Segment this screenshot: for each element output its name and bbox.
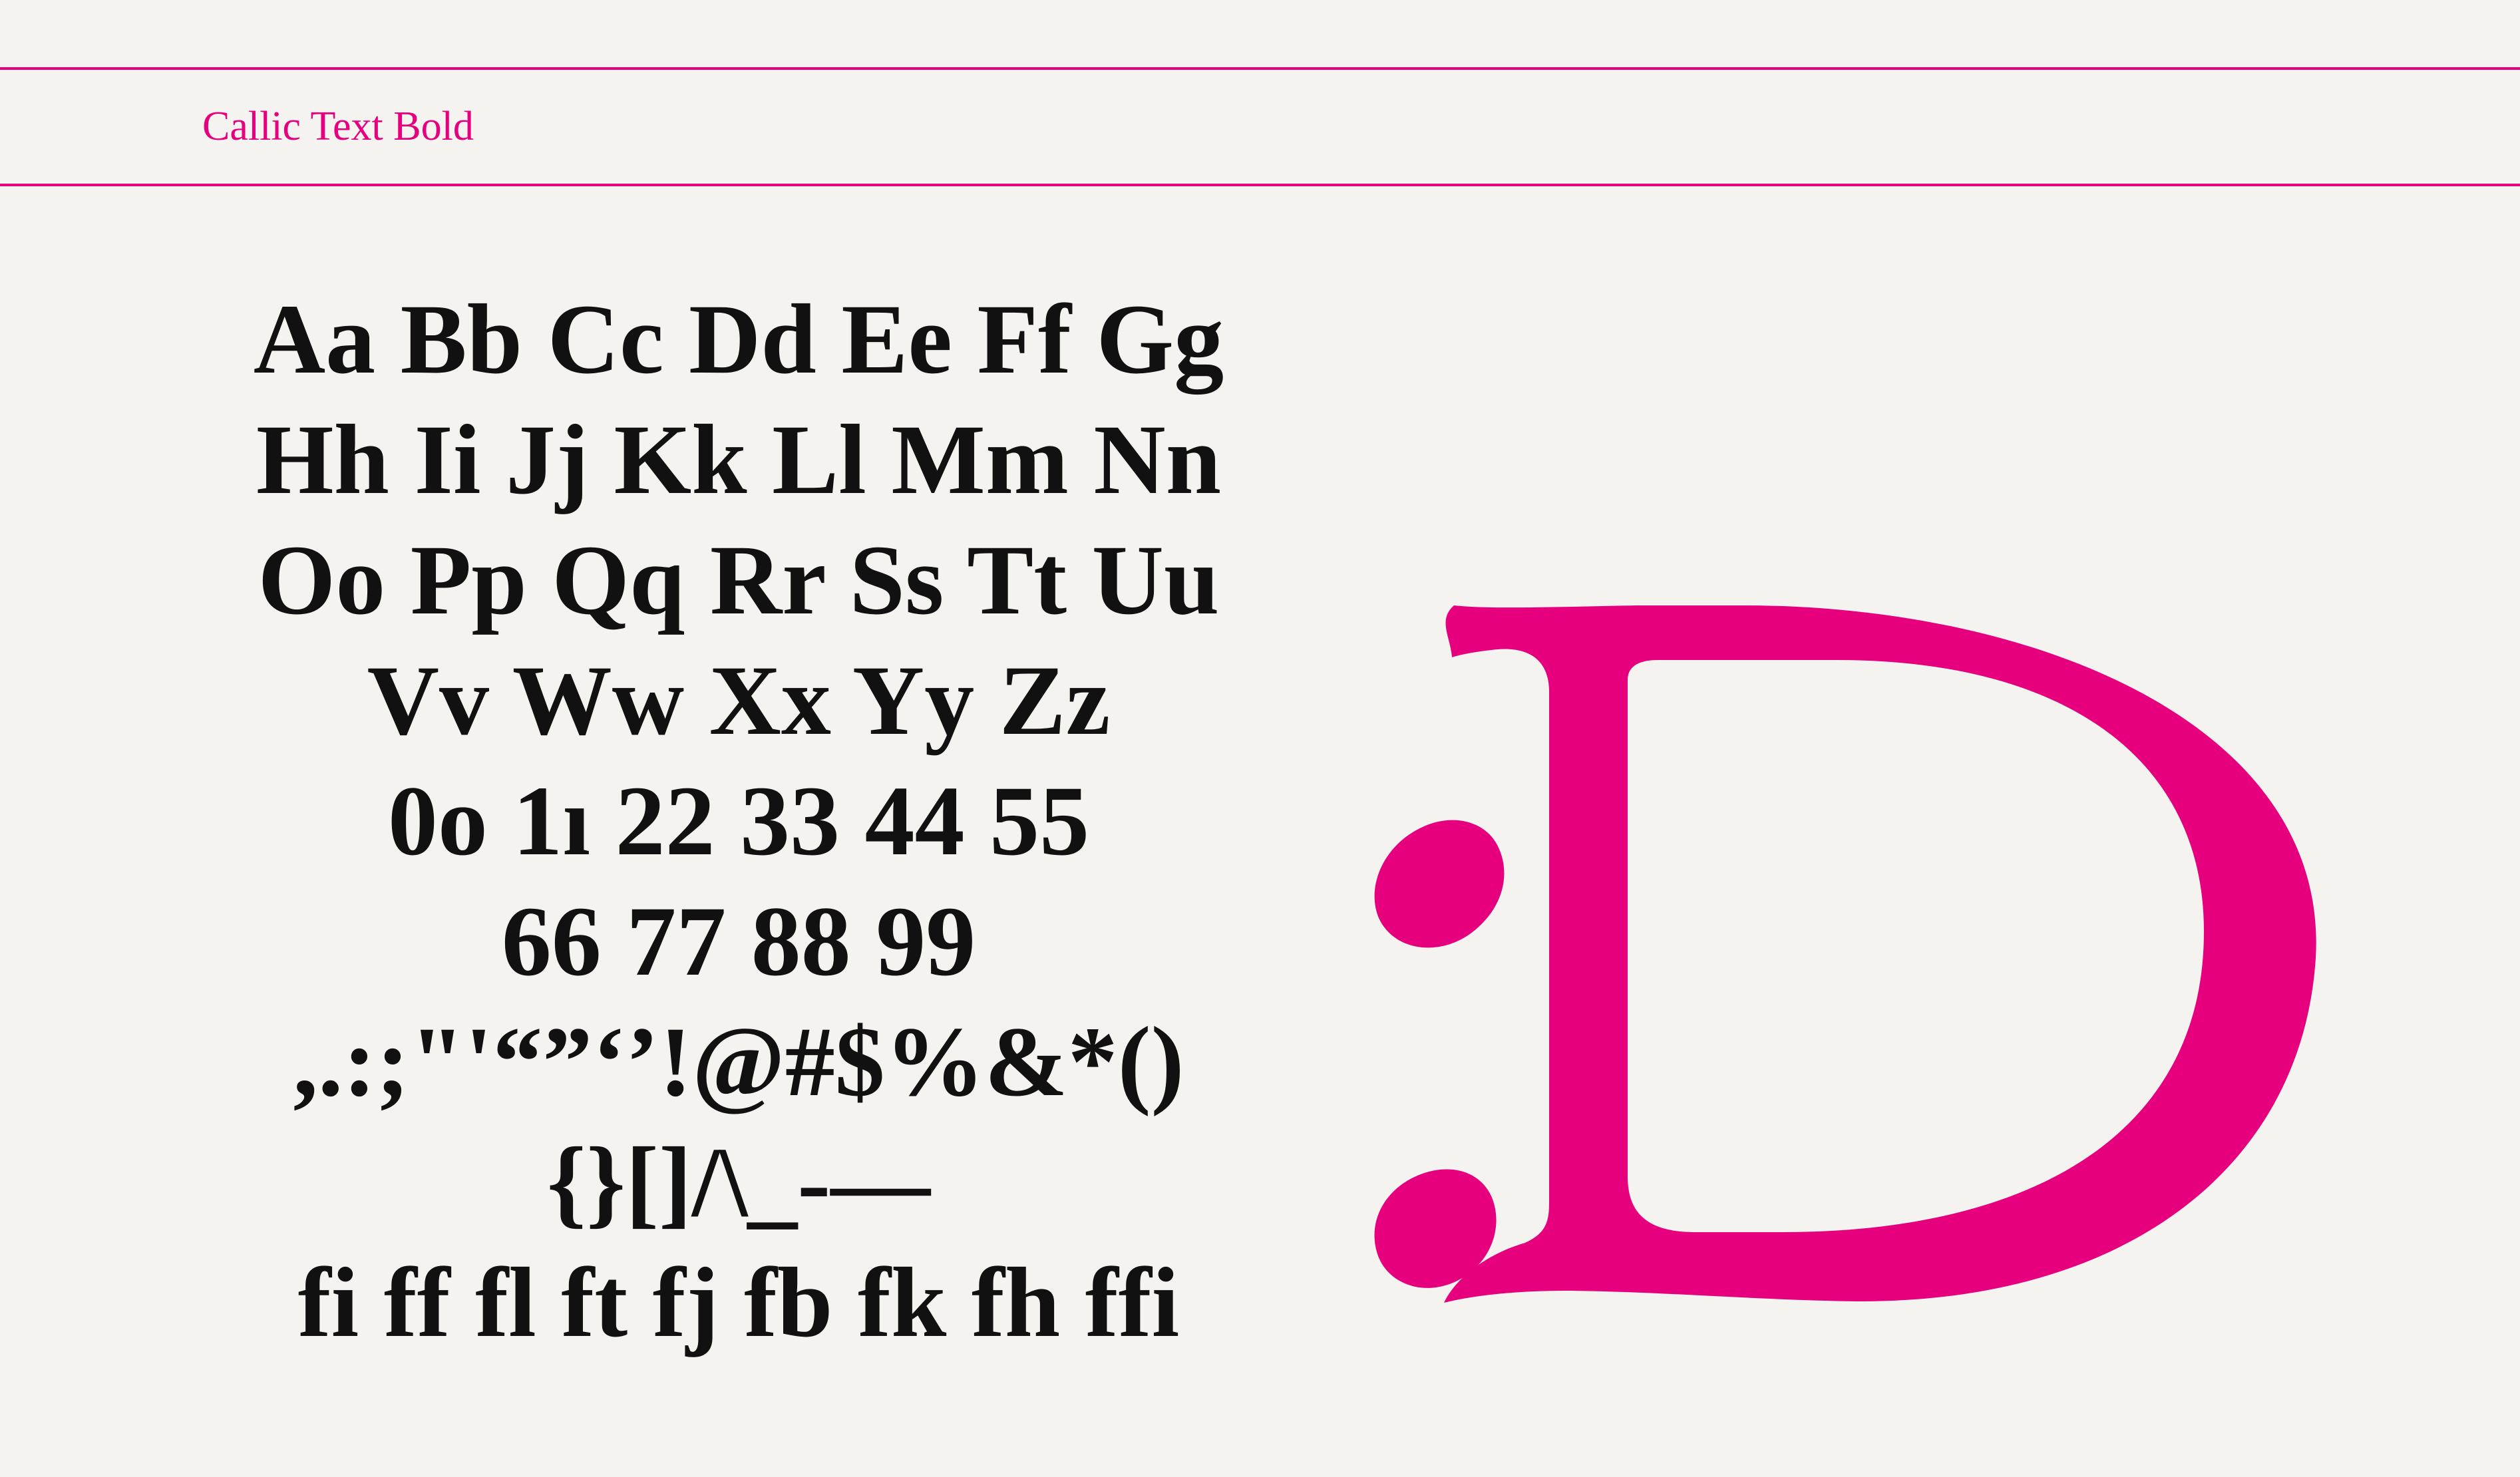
glyph-row-uppercase-lowercase-4: Vv Ww Xx Yy Zz xyxy=(367,645,1111,756)
glyph-row-figures-2: 66 77 88 99 xyxy=(501,886,976,997)
glyph-row-punctuation: ,.:;"'“”‘’!@#$%&*() xyxy=(293,1007,1184,1117)
glyph-row-ligatures: fi ff fl ft fj fb fk fh ffi xyxy=(297,1247,1180,1358)
glyph-row-uppercase-lowercase-1: Aa Bb Cc Dd Ee Ff Gg xyxy=(253,284,1224,395)
header-bottom-rule xyxy=(0,184,2520,186)
glyph-row-uppercase-lowercase-2: Hh Ii Jj Kk Ll Mm Nn xyxy=(256,405,1222,515)
glyph-row-figures-1: 0o 1ı 22 33 44 55 xyxy=(387,766,1090,876)
font-name-label: Callic Text Bold xyxy=(202,104,474,149)
glyph-specimen: Aa Bb Cc Dd Ee Ff Gg Hh Ii Jj Kk Ll Mm N… xyxy=(166,279,1311,1363)
header-top-rule xyxy=(0,67,2520,70)
glyph-row-brackets: {}[]/\_-— xyxy=(546,1127,931,1237)
feature-glyph-mark xyxy=(1371,585,2409,1331)
colon-glyph xyxy=(1374,820,1505,1288)
letter-d-glyph xyxy=(1444,605,2316,1303)
colon-upper-dot xyxy=(1374,820,1505,948)
letter-d-shape xyxy=(1444,605,2316,1303)
glyph-row-uppercase-lowercase-3: Oo Pp Qq Rr Ss Tt Uu xyxy=(258,525,1220,635)
